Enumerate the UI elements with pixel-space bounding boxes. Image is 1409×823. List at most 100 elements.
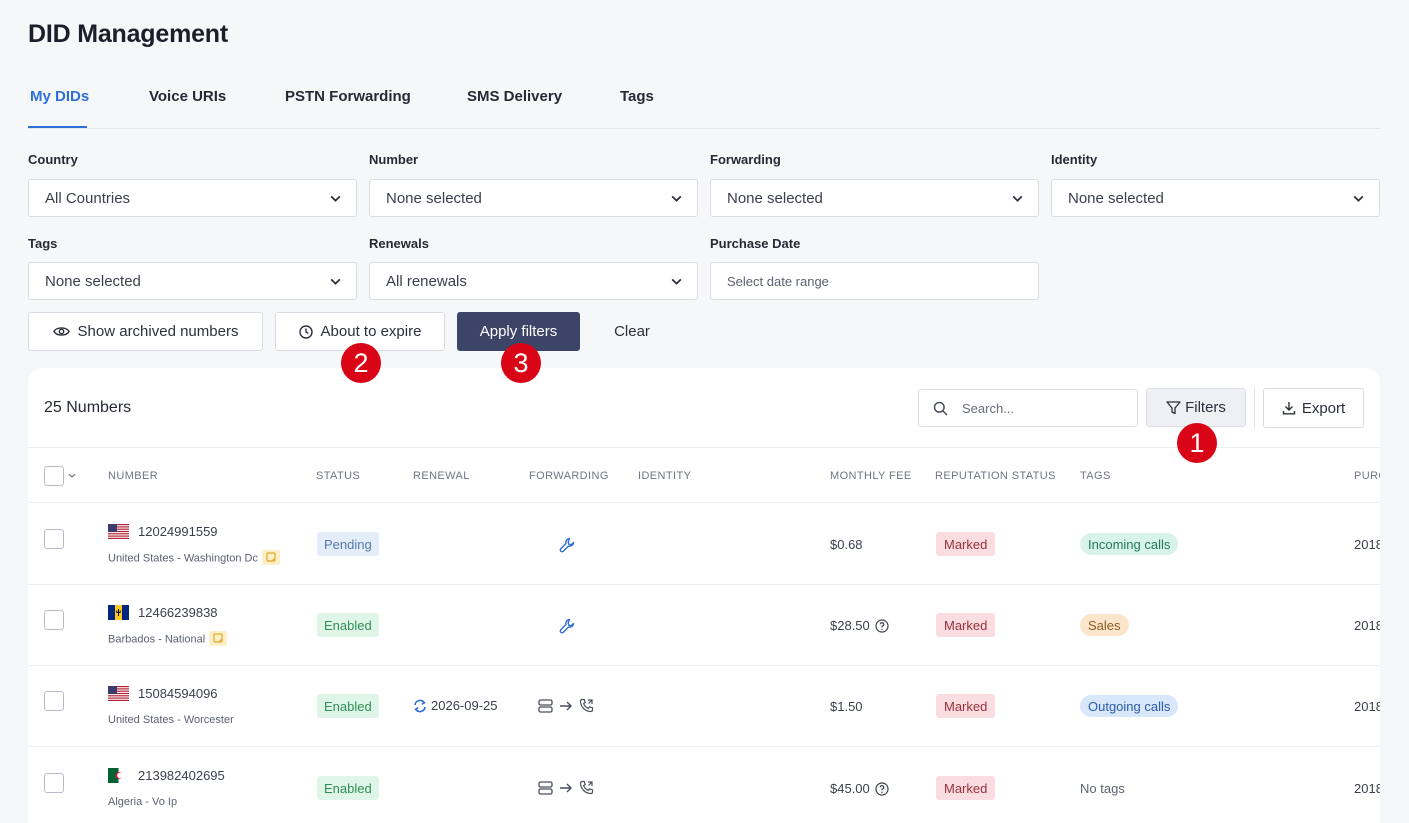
number-select[interactable]: None selected: [369, 179, 698, 217]
select-all-checkbox[interactable]: [44, 466, 64, 486]
renewals-select[interactable]: All renewals: [369, 262, 698, 300]
row-checkbox[interactable]: [44, 529, 64, 549]
status-badge: Enabled: [317, 776, 379, 800]
column-header-identity[interactable]: IDENTITY: [638, 470, 691, 482]
arrow-right-icon: [560, 701, 572, 710]
fee-value: $45.00: [830, 781, 870, 796]
reputation-badge: Marked: [936, 532, 996, 556]
tab-pstn-forwarding[interactable]: PSTN Forwarding: [285, 88, 411, 105]
country-select-value: All Countries: [45, 190, 131, 207]
no-tags-text: No tags: [1080, 781, 1125, 796]
country-select[interactable]: All Countries: [28, 179, 357, 217]
table-row[interactable]: 213982402695 Algeria - Vo Ip Enabled $45…: [28, 748, 1380, 823]
number-label: Number: [369, 152, 419, 167]
purchase-date: 2018: [1354, 699, 1380, 714]
reputation-badge: Marked: [936, 613, 996, 637]
phone-number[interactable]: 213982402695: [138, 768, 225, 783]
purchase-date-input[interactable]: Select date range: [710, 262, 1039, 300]
forwarding-select[interactable]: None selected: [710, 179, 1039, 217]
tab-tags[interactable]: Tags: [620, 88, 654, 105]
column-header-tags[interactable]: TAGS: [1080, 470, 1111, 482]
tag-pill[interactable]: Incoming calls: [1080, 533, 1179, 555]
identity-select[interactable]: None selected: [1051, 179, 1380, 217]
note-icon[interactable]: [262, 550, 280, 565]
filters-button[interactable]: Filters: [1146, 388, 1246, 427]
table-row[interactable]: 15084594096 United States - Worcester En…: [28, 666, 1380, 747]
number-location: Barbados - National: [108, 631, 228, 647]
purchase-date: 2018: [1354, 618, 1380, 633]
search-input[interactable]: Search...: [918, 389, 1138, 427]
us-flag-icon: [108, 524, 129, 539]
purchase-date: 2018: [1354, 537, 1380, 552]
wrench-icon[interactable]: [559, 618, 575, 634]
funnel-icon: [1166, 400, 1181, 414]
show-archived-label: Show archived numbers: [77, 323, 239, 340]
reputation-badge: Marked: [936, 776, 996, 800]
arrow-right-icon: [560, 783, 572, 792]
help-circle-icon[interactable]: [875, 781, 889, 796]
chevron-down-icon: [1353, 195, 1364, 202]
column-header-forwarding[interactable]: FORWARDING: [529, 470, 609, 482]
tab-my-dids[interactable]: My DIDs: [30, 88, 89, 105]
phone-forward-icon: [579, 780, 594, 795]
wrench-icon[interactable]: [559, 537, 575, 553]
purchase-date: 2018: [1354, 781, 1380, 796]
phone-number[interactable]: 15084594096: [138, 686, 218, 701]
renewal-cell: 2026-09-25: [413, 698, 498, 713]
tags-select[interactable]: None selected: [28, 262, 357, 300]
row-checkbox[interactable]: [44, 610, 64, 630]
renewals-label: Renewals: [369, 236, 429, 251]
column-header-purchase[interactable]: PURC: [1354, 470, 1380, 482]
column-header-number[interactable]: NUMBER: [108, 470, 158, 482]
search-icon: [933, 401, 948, 416]
active-tab-indicator: [28, 126, 87, 128]
callout-marker-3: 3: [501, 343, 541, 383]
filters-button-label: Filters: [1185, 399, 1226, 416]
renewals-select-value: All renewals: [386, 273, 467, 290]
chevron-down-icon: [330, 195, 341, 202]
column-header-reputation-status[interactable]: REPUTATION STATUS: [935, 470, 1056, 482]
reputation-badge: Marked: [936, 694, 996, 718]
tag-pill[interactable]: Outgoing calls: [1080, 695, 1179, 717]
row-checkbox[interactable]: [44, 691, 64, 711]
export-button[interactable]: Export: [1263, 388, 1364, 428]
forwarding-route[interactable]: [538, 780, 594, 795]
phone-number[interactable]: 12024991559: [138, 524, 218, 539]
column-header-monthly-fee[interactable]: MONTHLY FEE: [830, 470, 912, 482]
status-badge: Enabled: [317, 613, 379, 637]
column-header-renewal[interactable]: RENEWAL: [413, 470, 470, 482]
status-badge: Pending: [317, 532, 379, 556]
table-row[interactable]: 12466239838 Barbados - National Enabled …: [28, 585, 1380, 666]
chevron-down-icon: [671, 195, 682, 202]
tab-voice-uris[interactable]: Voice URIs: [149, 88, 226, 105]
show-archived-button[interactable]: Show archived numbers: [28, 312, 263, 351]
column-header-status[interactable]: STATUS: [316, 470, 360, 482]
table-header: NUMBER STATUS RENEWAL FORWARDING IDENTIT…: [28, 447, 1380, 503]
monthly-fee: $45.00: [830, 781, 889, 796]
forwarding-select-value: None selected: [727, 190, 823, 207]
tag-pill[interactable]: Sales: [1080, 614, 1129, 636]
country-label: Country: [28, 152, 78, 167]
phone-forward-icon: [579, 698, 594, 713]
location-text: Barbados - National: [108, 633, 206, 646]
tab-sms-delivery[interactable]: SMS Delivery: [467, 88, 562, 105]
monthly-fee: $1.50: [830, 699, 863, 714]
phone-number[interactable]: 12466239838: [138, 605, 218, 620]
row-checkbox[interactable]: [44, 773, 64, 793]
status-badge: Enabled: [317, 694, 379, 718]
download-icon: [1282, 402, 1296, 415]
fee-value: $1.50: [830, 699, 863, 714]
us-flag-icon: [108, 686, 129, 701]
chevron-down-icon: [671, 278, 682, 285]
clear-button[interactable]: Clear: [602, 312, 662, 351]
tags-select-value: None selected: [45, 273, 141, 290]
help-circle-icon[interactable]: [875, 618, 889, 633]
forwarding-label: Forwarding: [710, 152, 781, 167]
chevron-down-icon: [330, 278, 341, 285]
forwarding-route[interactable]: [538, 698, 594, 713]
table-row[interactable]: 12024991559 United States - Washington D…: [28, 504, 1380, 585]
note-icon[interactable]: [209, 631, 228, 646]
monthly-fee: $0.68: [830, 537, 863, 552]
chevron-down-icon[interactable]: [68, 473, 76, 479]
number-location: United States - Worcester: [108, 714, 234, 726]
